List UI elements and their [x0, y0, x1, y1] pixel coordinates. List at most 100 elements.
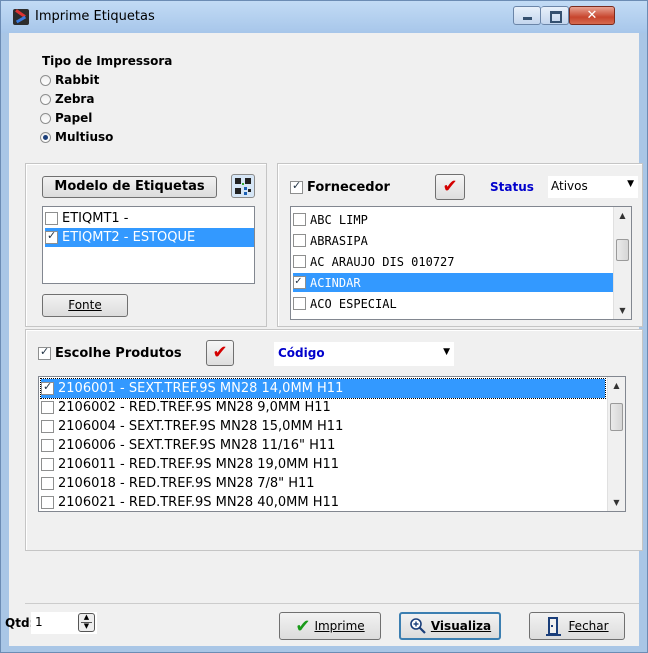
labels-model-list[interactable]: ETIQMT1 - ETIQMT2 - ESTOQUE: [42, 206, 255, 284]
list-item-label: 2106001 - SEXT.TREF.9S MN28 14,0MM H11: [58, 381, 344, 396]
checkbox[interactable]: [293, 274, 306, 289]
preview-button-label: Visualiza: [430, 619, 492, 633]
checkbox[interactable]: [41, 401, 54, 414]
list-item[interactable]: ABRASIPA: [293, 231, 613, 250]
checkbox[interactable]: [41, 477, 54, 490]
supplier-list[interactable]: ABC LIMP ABRASIPA AC ARAUJO DIS 010727 A…: [290, 206, 632, 320]
checkbox[interactable]: [41, 380, 54, 395]
supplier-scrollbar[interactable]: ▲ ▼: [613, 207, 631, 319]
maximize-icon: [550, 11, 562, 23]
spin-down-icon[interactable]: ▼: [79, 622, 94, 630]
scroll-down-icon[interactable]: ▼: [614, 302, 631, 319]
checkbox[interactable]: [293, 213, 306, 226]
list-item[interactable]: ETIQMT1 -: [45, 209, 254, 228]
list-item[interactable]: ETIQMT2 - ESTOQUE: [45, 228, 254, 247]
products-checkbox-row[interactable]: Escolhe Produtos: [38, 345, 182, 361]
list-item[interactable]: 2106021 - RED.TREF.9S MN28 40,0MM H11: [41, 493, 605, 511]
list-item[interactable]: 2106004 - SEXT.TREF.9S MN28 15,0MM H11: [41, 417, 605, 436]
list-item-label: 2106011 - RED.TREF.9S MN28 19,0MM H11: [58, 457, 340, 472]
app-icon: [13, 9, 29, 25]
list-item[interactable]: 2106001 - SEXT.TREF.9S MN28 14,0MM H11: [40, 378, 606, 399]
list-item[interactable]: 2106002 - RED.TREF.9S MN28 9,0MM H11: [41, 398, 605, 417]
font-button[interactable]: Fonte: [42, 294, 128, 317]
supplier-group: Fornecedor ✔ Status Ativos ▼ ABC LIMP AB…: [277, 163, 643, 327]
checkbox[interactable]: [293, 234, 306, 247]
scroll-up-icon[interactable]: ▲: [608, 377, 625, 394]
products-checkbox[interactable]: [38, 345, 51, 360]
list-item[interactable]: 2106006 - SEXT.TREF.9S MN28 11/16" H11: [41, 436, 605, 455]
scroll-down-icon[interactable]: ▼: [608, 494, 625, 511]
spin-icon[interactable]: ▲ ▼: [78, 613, 95, 632]
radio-rabbit[interactable]: Rabbit: [40, 73, 99, 87]
red-check-icon: ✔: [442, 176, 458, 197]
scroll-thumb[interactable]: [610, 403, 623, 431]
radio-circle[interactable]: [40, 112, 51, 124]
spin-up-icon[interactable]: ▲: [79, 613, 94, 621]
radio-papel[interactable]: Papel: [40, 111, 92, 125]
radio-multiuso[interactable]: Multiuso: [40, 130, 113, 144]
checkbox[interactable]: [293, 255, 306, 268]
checkbox[interactable]: [45, 212, 58, 225]
minimize-button[interactable]: [513, 6, 541, 25]
product-order-select[interactable]: Código ▼: [274, 342, 454, 366]
products-list[interactable]: 2106001 - SEXT.TREF.9S MN28 14,0MM H11 2…: [38, 376, 626, 512]
chevron-down-icon: ▼: [627, 179, 634, 189]
client-area: Tipo de Impressora Rabbit Zebra Papel Mu…: [5, 33, 643, 646]
products-check-all-button[interactable]: ✔: [206, 340, 234, 366]
supplier-check-all-button[interactable]: ✔: [435, 174, 465, 200]
window-title: Imprime Etiquetas: [35, 9, 155, 24]
products-group: Escolhe Produtos ✔ Código ▼ 2106001 - SE…: [25, 329, 643, 551]
list-item-label: ACINDAR: [310, 275, 361, 290]
close-icon: ✕: [586, 8, 598, 23]
scroll-up-icon[interactable]: ▲: [614, 207, 631, 224]
printer-type-group: Tipo de Impressora Rabbit Zebra Papel Mu…: [25, 50, 257, 160]
checkbox[interactable]: [45, 229, 58, 244]
status-label: Status: [490, 180, 534, 194]
exit-door-icon: [546, 617, 562, 636]
minimize-icon: [523, 17, 532, 20]
list-item-label: AC ARAUJO DIS 010727: [310, 254, 455, 269]
radio-label: Rabbit: [55, 73, 100, 87]
qty-input[interactable]: 1 ▲ ▼: [31, 612, 97, 634]
list-item[interactable]: 2106011 - RED.TREF.9S MN28 19,0MM H11: [41, 455, 605, 474]
supplier-label: Fornecedor: [307, 180, 390, 195]
title-bar[interactable]: Imprime Etiquetas ✕: [1, 1, 647, 33]
checkbox[interactable]: [41, 420, 54, 433]
products-scrollbar[interactable]: ▲ ▼: [607, 377, 625, 511]
order-value: Código: [278, 346, 325, 360]
list-item-label: ACO ESPECIAL: [310, 296, 397, 311]
list-item[interactable]: 2106018 - RED.TREF.9S MN28 7/8" H11: [41, 474, 605, 493]
printer-type-title: Tipo de Impressora: [40, 54, 175, 68]
radio-circle[interactable]: [40, 74, 51, 86]
supplier-checkbox[interactable]: [290, 179, 303, 194]
list-item[interactable]: ABC LIMP: [293, 210, 613, 229]
red-check-icon: ✔: [212, 342, 228, 363]
radio-circle[interactable]: [40, 131, 51, 143]
close-button[interactable]: Fechar: [529, 612, 625, 640]
qr-icon[interactable]: [231, 174, 255, 198]
empty-panel: [25, 553, 639, 604]
checkbox[interactable]: [41, 496, 54, 509]
print-button[interactable]: ✔ Imprime: [279, 612, 381, 640]
radio-circle[interactable]: [40, 93, 51, 105]
maximize-button[interactable]: [541, 6, 569, 25]
list-item[interactable]: ACINDAR: [293, 273, 613, 292]
close-window-button[interactable]: ✕: [569, 6, 615, 25]
preview-button[interactable]: Visualiza: [399, 612, 501, 640]
scroll-thumb[interactable]: [616, 239, 629, 261]
checkbox[interactable]: [41, 458, 54, 471]
checkbox[interactable]: [293, 297, 306, 310]
chevron-down-icon: ▼: [443, 347, 450, 357]
radio-zebra[interactable]: Zebra: [40, 92, 94, 106]
checkbox[interactable]: [41, 439, 54, 452]
supplier-checkbox-row[interactable]: Fornecedor: [290, 179, 390, 195]
list-item[interactable]: ACO ESPECIAL: [293, 294, 613, 313]
labels-model-group: Modelo de Etiquetas ETIQMT1 - ETIQMT2 - …: [25, 163, 267, 327]
labels-model-button[interactable]: Modelo de Etiquetas: [42, 176, 217, 198]
list-item-label: 2106018 - RED.TREF.9S MN28 7/8" H11: [58, 476, 315, 491]
radio-label: Multiuso: [55, 130, 114, 144]
status-select[interactable]: Ativos ▼: [548, 176, 638, 198]
list-item[interactable]: AC ARAUJO DIS 010727: [293, 252, 613, 271]
green-check-icon: ✔: [295, 615, 311, 637]
list-item-label: ETIQMT1 -: [62, 211, 129, 226]
